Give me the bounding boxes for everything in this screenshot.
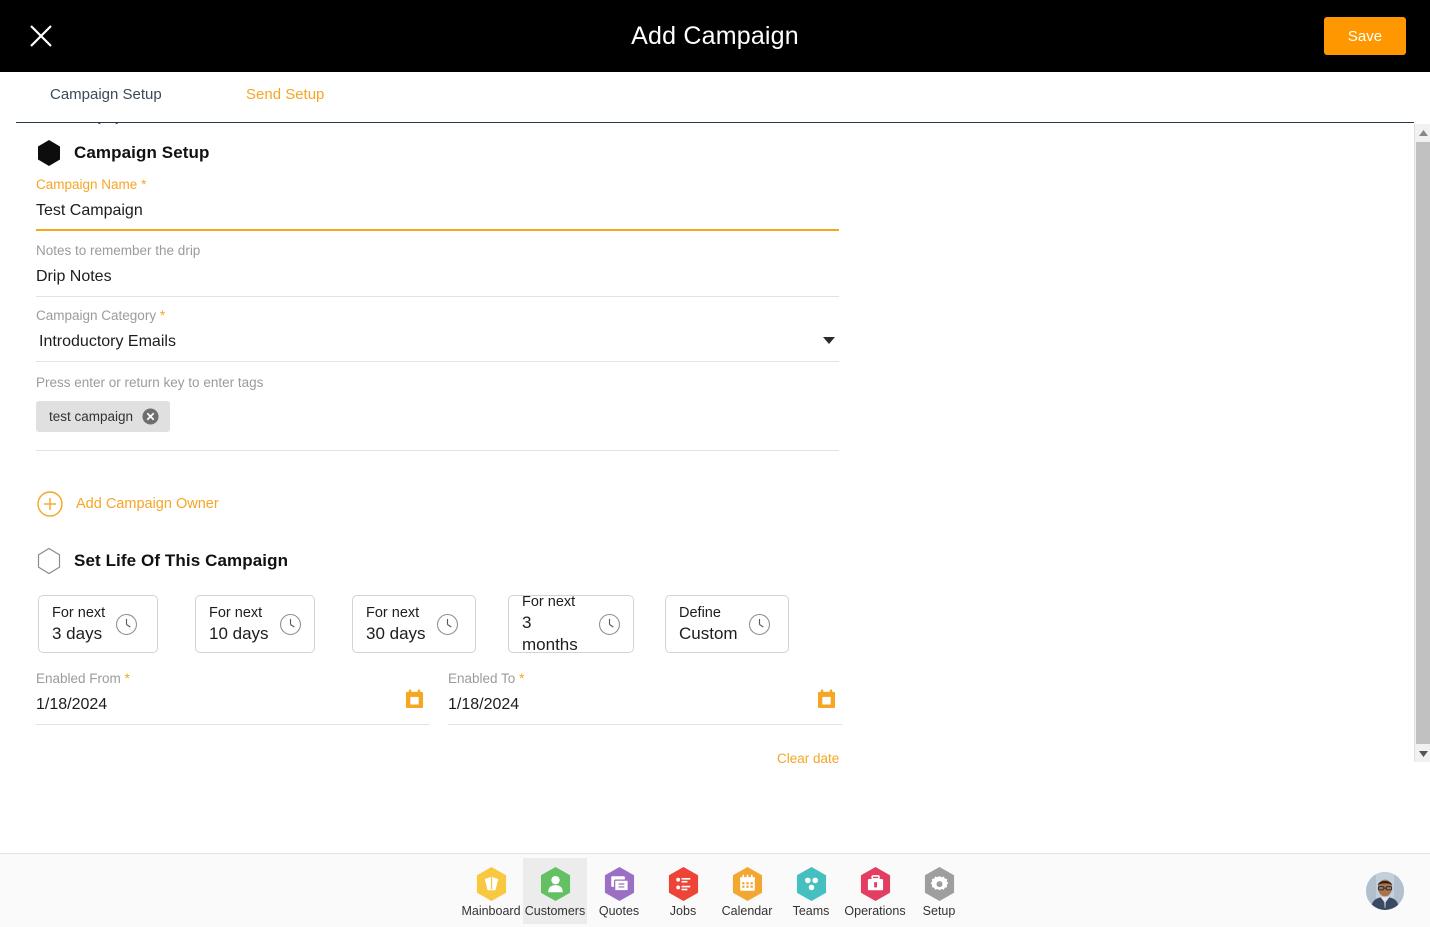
save-button[interactable]: Save	[1324, 17, 1406, 55]
duration-top-label: For next	[522, 593, 576, 610]
field-notes: Notes to remember the drip	[36, 242, 839, 297]
duration-top-label: Define	[679, 604, 721, 621]
duration-bottom-label: 3 days	[52, 623, 103, 643]
hexagon-filled-icon	[38, 140, 60, 166]
nav-label: Quotes	[598, 904, 640, 918]
nav-item-setup[interactable]: Setup	[907, 858, 971, 924]
campaign-category-select[interactable]: Introductory Emails	[36, 329, 839, 355]
scrollbar-thumb[interactable]	[1416, 142, 1430, 744]
nav-label: Jobs	[669, 904, 697, 918]
nav-item-operations[interactable]: Operations	[843, 858, 907, 924]
field-campaign-category: Campaign Category * Introductory Emails	[36, 307, 839, 362]
field-underline	[448, 724, 842, 725]
duration-bottom-label: Custom	[679, 623, 738, 643]
hexagon-outline-icon	[37, 547, 61, 575]
field-underline	[36, 724, 430, 725]
campaign-name-input[interactable]	[36, 198, 839, 224]
duration-bottom-label: 10 days	[209, 623, 269, 643]
field-label: Notes to remember the drip	[36, 243, 201, 258]
nav-item-jobs[interactable]: Jobs	[651, 858, 715, 924]
add-campaign-owner-button[interactable]: Add Campaign Owner	[37, 491, 219, 517]
field-tags: Press enter or return key to enter tags …	[36, 374, 839, 451]
duration-option-10-days[interactable]: For next 10 days	[195, 595, 315, 653]
quotes-icon	[604, 867, 634, 901]
scroll-down-arrow-icon[interactable]	[1415, 745, 1430, 762]
field-underline	[36, 296, 839, 297]
add-campaign-owner-label: Add Campaign Owner	[76, 496, 219, 512]
teams-icon	[796, 867, 826, 901]
duration-bottom-label: 3 months	[522, 612, 578, 654]
notes-input[interactable]	[36, 264, 839, 290]
clock-icon	[599, 613, 620, 635]
field-label: Campaign Category *	[36, 308, 166, 323]
avatar[interactable]	[1366, 872, 1404, 910]
vertical-scrollbar[interactable]	[1414, 124, 1430, 762]
tab-campaign-setup[interactable]: Campaign Setup	[50, 86, 162, 103]
enabled-from-input[interactable]	[36, 692, 430, 718]
nav-label: Teams	[792, 904, 830, 918]
calendar-icon[interactable]	[405, 689, 424, 709]
nav-item-calendar[interactable]: Calendar	[715, 858, 779, 924]
page-title: Add Campaign	[631, 22, 799, 50]
operations-icon	[860, 867, 890, 901]
duration-option-3-days[interactable]: For next 3 days	[38, 595, 158, 653]
nav-label: Mainboard	[461, 904, 521, 918]
field-enabled-from: Enabled From *	[36, 670, 430, 725]
field-label: Press enter or return key to enter tags	[36, 375, 264, 390]
tag-chip[interactable]: test campaign	[36, 401, 171, 432]
field-label: Enabled From *	[36, 671, 130, 686]
calendar-icon	[732, 867, 762, 901]
section-header-set-life: Set Life Of This Campaign	[36, 547, 288, 575]
field-label: Campaign Name *	[36, 177, 147, 192]
enabled-to-input[interactable]	[448, 692, 842, 718]
duration-bottom-label: 30 days	[366, 623, 426, 643]
tag-chip-label: test campaign	[49, 409, 134, 424]
nav-label: Calendar	[721, 904, 773, 918]
clock-icon	[436, 613, 458, 635]
duration-top-label: For next	[366, 604, 420, 621]
clock-icon	[279, 613, 301, 635]
modal-header: Add Campaign Save	[0, 0, 1430, 72]
field-underline	[36, 361, 839, 362]
chevron-down-icon[interactable]	[823, 337, 835, 344]
close-circle-icon[interactable]	[142, 408, 159, 425]
nav-item-mainboard[interactable]: Mainboard	[459, 858, 523, 924]
tab-bar: Campaign Setup Send Setup	[0, 72, 1430, 123]
clock-icon	[748, 613, 770, 635]
duration-option-custom[interactable]: Define Custom	[665, 595, 789, 653]
form-scroll-area: Campaign Setup Campaign Name * Notes to …	[0, 124, 1414, 847]
field-underline	[36, 450, 839, 451]
section-header-campaign-setup: Campaign Setup	[36, 139, 210, 167]
clear-date-button[interactable]: Clear date	[777, 751, 839, 766]
nav-label: Customers	[524, 904, 586, 918]
setup-gear-icon	[924, 867, 954, 901]
add-campaign-modal: Add Campaign Save Campaign Setup Send Se…	[0, 0, 1430, 927]
nav-label: Setup	[922, 904, 956, 918]
tab-underline	[16, 122, 1414, 123]
duration-top-label: For next	[52, 604, 106, 621]
section-title: Campaign Setup	[74, 143, 210, 162]
field-enabled-to: Enabled To *	[448, 670, 842, 725]
field-label: Enabled To *	[448, 671, 525, 686]
jobs-icon	[668, 867, 698, 901]
plus-circle-icon	[37, 491, 63, 517]
tab-send-setup[interactable]: Send Setup	[246, 86, 324, 103]
nav-item-teams[interactable]: Teams	[779, 858, 843, 924]
calendar-icon[interactable]	[817, 689, 836, 709]
bottom-navigation: Mainboard Customers Quotes Jobs Calendar…	[0, 853, 1430, 927]
mainboard-icon	[476, 867, 506, 901]
clock-icon	[116, 613, 138, 635]
duration-option-30-days[interactable]: For next 30 days	[352, 595, 476, 653]
duration-option-3-months[interactable]: For next 3 months	[508, 593, 634, 654]
field-campaign-name: Campaign Name *	[36, 176, 839, 231]
nav-item-customers[interactable]: Customers	[523, 858, 587, 924]
field-underline	[36, 229, 839, 231]
nav-label: Operations	[844, 904, 906, 918]
nav-item-quotes[interactable]: Quotes	[587, 858, 651, 924]
customers-icon	[540, 867, 570, 901]
section-title: Set Life Of This Campaign	[74, 551, 289, 570]
duration-top-label: For next	[209, 604, 263, 621]
scroll-up-arrow-icon[interactable]	[1415, 124, 1430, 141]
